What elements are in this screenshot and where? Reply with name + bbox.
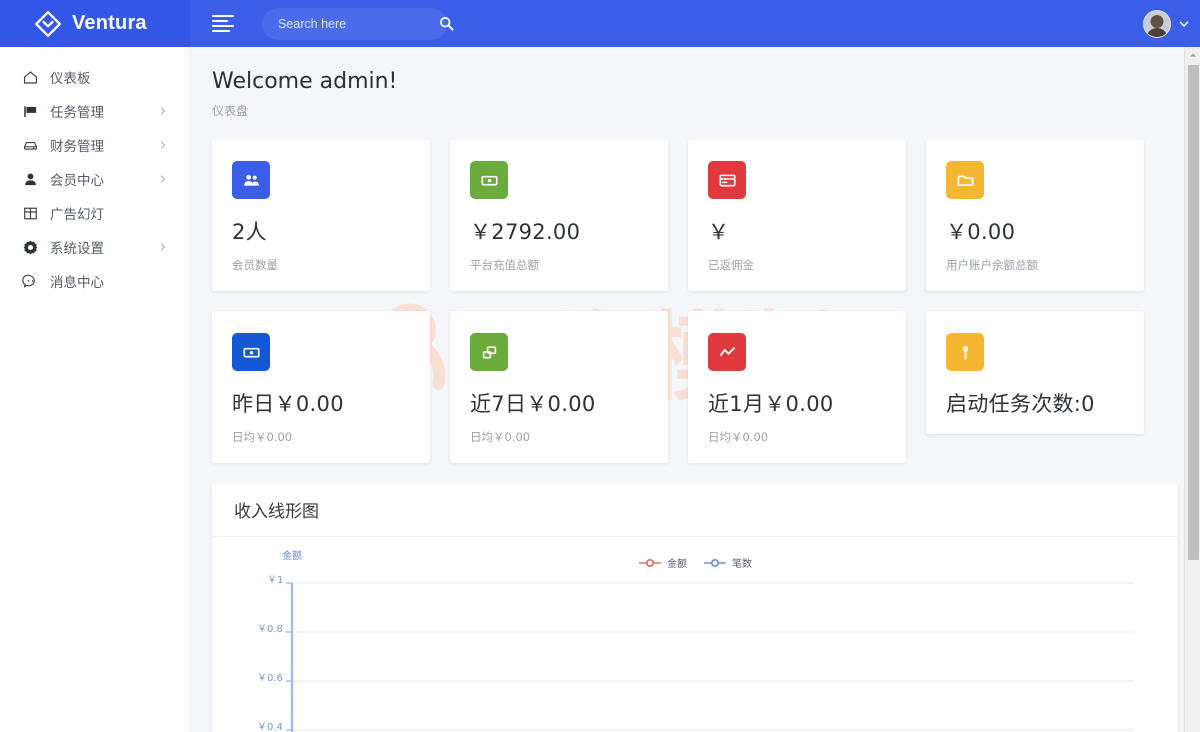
chat-icon xyxy=(22,274,35,288)
search-box[interactable] xyxy=(262,7,454,40)
chart-ytick-2: ￥0.8 xyxy=(257,624,283,635)
stat-card-members[interactable]: 2人 会员数量 xyxy=(212,139,430,291)
main-content: 一淘模版 Welcome admin! 仪表盘 2人 会员数量 ￥2792.00… xyxy=(190,47,1200,732)
sidebar: 仪表板 任务管理 财务管理 会员中心 广告幻灯 系统设置 消息中心 xyxy=(0,47,190,732)
chart-body: 金额 笔数 金额 ￥1 ￥0.8 ￥0.6 ￥0.4 xyxy=(212,537,1178,732)
chevron-right-icon xyxy=(160,141,166,149)
chart-plot xyxy=(286,582,1134,732)
search-icon[interactable] xyxy=(439,16,454,31)
chevron-right-icon xyxy=(160,175,166,183)
page-header: Welcome admin! 仪表盘 xyxy=(190,47,1200,119)
stat-value: ￥2792.00 xyxy=(470,220,581,244)
stat-card-last-month[interactable]: 近1月￥0.00 日均￥0.00 xyxy=(688,311,906,463)
stat-card-task-launch-count[interactable]: 启动任务次数:0 xyxy=(926,311,1144,434)
brand-name: Ventura xyxy=(72,12,147,34)
chevron-down-icon[interactable] xyxy=(1178,18,1190,30)
grid-icon xyxy=(24,207,37,219)
stats-row-1: 2人 会员数量 ￥2792.00 平台充值总额 ￥ 已返佣金 ￥0.00 用户账… xyxy=(190,119,1200,291)
scroll-up-button[interactable] xyxy=(1185,47,1200,63)
stat-card-total-recharge[interactable]: ￥2792.00 平台充值总额 xyxy=(450,139,668,291)
stat-value: 近7日￥0.00 xyxy=(470,392,596,416)
drive-icon xyxy=(23,141,38,150)
banknote-icon xyxy=(232,333,270,371)
stat-label: 日均￥0.00 xyxy=(232,430,293,444)
chart-ytick-3: ￥0.6 xyxy=(257,673,283,684)
users-icon xyxy=(232,161,270,199)
income-line-chart-panel: 收入线形图 金额 笔数 金额 ￥1 ￥0.8 ￥0.6 ￥0.4 xyxy=(212,483,1178,732)
sidebar-item-label: 广告幻灯 xyxy=(50,207,104,223)
stat-value: 昨日￥0.00 xyxy=(232,392,344,416)
folder-icon xyxy=(946,161,984,199)
search-input[interactable] xyxy=(278,16,439,31)
stat-value: 近1月￥0.00 xyxy=(708,392,834,416)
credit-card-icon xyxy=(708,161,746,199)
sidebar-item-label: 仪表板 xyxy=(50,71,91,87)
sidebar-item-label: 任务管理 xyxy=(50,105,104,121)
trend-icon xyxy=(708,333,746,371)
chart-header: 收入线形图 xyxy=(212,483,1178,537)
chart-title: 收入线形图 xyxy=(234,502,319,522)
sidebar-item-label: 系统设置 xyxy=(50,241,104,257)
stat-label: 平台充值总额 xyxy=(470,258,539,272)
banknote-icon xyxy=(470,161,508,199)
sidebar-item-ad-slider[interactable]: 广告幻灯 xyxy=(0,196,189,230)
stat-label: 日均￥0.00 xyxy=(470,430,531,444)
sidebar-item-label: 财务管理 xyxy=(50,139,104,155)
chevron-up-icon xyxy=(1189,53,1196,57)
stat-label: 用户账户余额总额 xyxy=(946,258,1038,272)
sidebar-item-task-management[interactable]: 任务管理 xyxy=(0,94,189,128)
chart-y-axis-label: 金额 xyxy=(282,551,302,562)
sidebar-item-message-center[interactable]: 消息中心 xyxy=(0,264,189,298)
stat-label: 日均￥0.00 xyxy=(708,430,769,444)
sidebar-item-system-settings[interactable]: 系统设置 xyxy=(0,230,189,264)
stat-label: 已返佣金 xyxy=(708,258,754,272)
stat-label: 会员数量 xyxy=(232,258,278,272)
stat-value: ￥0.00 xyxy=(946,220,1016,244)
stat-card-yesterday[interactable]: 昨日￥0.00 日均￥0.00 xyxy=(212,311,430,463)
avatar[interactable] xyxy=(1143,9,1171,38)
top-bar: Ventura xyxy=(0,0,1200,47)
sidebar-item-label: 会员中心 xyxy=(50,173,104,189)
user-icon xyxy=(25,173,36,185)
chart-ytick-1: ￥1 xyxy=(267,575,284,586)
windows-icon xyxy=(470,333,508,371)
chevron-right-icon xyxy=(160,243,166,251)
chart-ytick-4: ￥0.4 xyxy=(257,722,283,732)
home-icon xyxy=(23,70,38,84)
gear-icon xyxy=(23,240,38,254)
vertical-scrollbar[interactable] xyxy=(1184,47,1200,732)
page-title: Welcome admin! xyxy=(212,69,398,94)
stat-card-paid-commission[interactable]: ￥ 已返佣金 xyxy=(688,139,906,291)
stat-value: 2人 xyxy=(232,220,267,244)
sidebar-item-member-center[interactable]: 会员中心 xyxy=(0,162,189,196)
stat-value: ￥ xyxy=(708,220,730,244)
diamond-chevron-logo-icon xyxy=(35,10,61,37)
chevron-right-icon xyxy=(160,107,166,115)
wrench-icon xyxy=(946,333,984,371)
sidebar-item-dashboard[interactable]: 仪表板 xyxy=(0,60,189,94)
stat-value: 启动任务次数:0 xyxy=(946,392,1095,416)
sidebar-item-label: 消息中心 xyxy=(50,275,104,291)
stat-card-last-7-days[interactable]: 近7日￥0.00 日均￥0.00 xyxy=(450,311,668,463)
stat-card-user-balance[interactable]: ￥0.00 用户账户余额总额 xyxy=(926,139,1144,291)
app-root: Ventura 仪表板 xyxy=(0,0,1200,732)
hamburger-icon[interactable] xyxy=(212,14,234,33)
scrollbar-thumb[interactable] xyxy=(1187,65,1199,560)
sidebar-item-finance-management[interactable]: 财务管理 xyxy=(0,128,189,162)
stats-row-2: 昨日￥0.00 日均￥0.00 近7日￥0.00 日均￥0.00 近1月￥0.0… xyxy=(190,291,1200,463)
flag-icon xyxy=(24,105,37,117)
account-menu[interactable] xyxy=(1143,0,1190,47)
page-subtitle: 仪表盘 xyxy=(212,104,249,118)
brand[interactable]: Ventura xyxy=(0,0,190,47)
